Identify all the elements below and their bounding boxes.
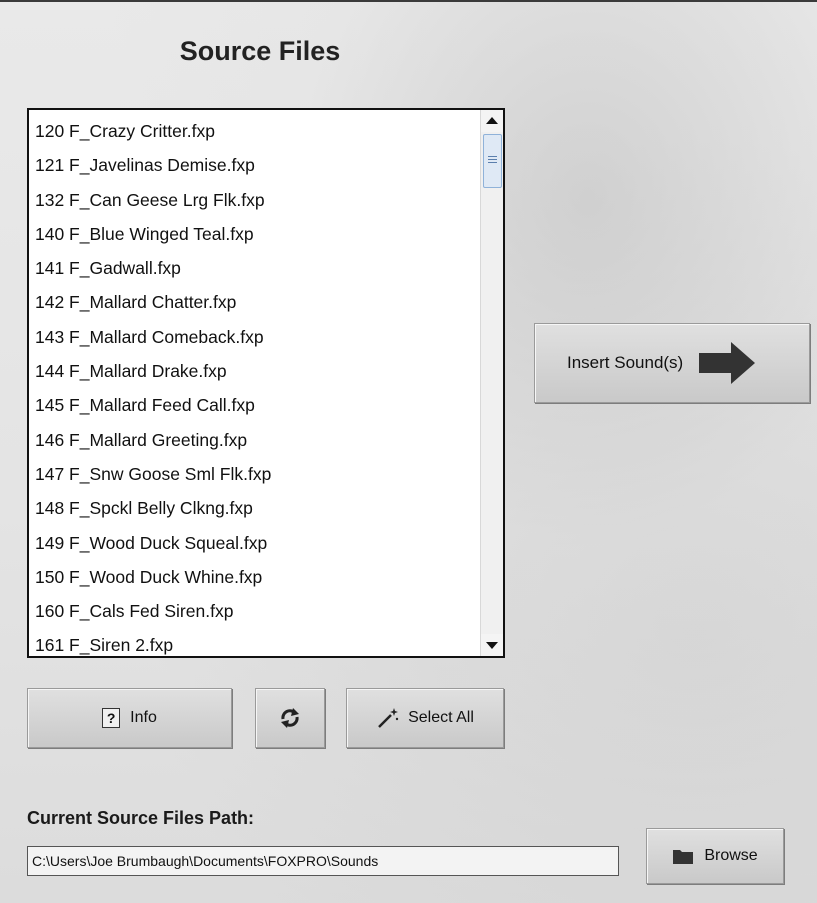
browse-label: Browse: [704, 847, 758, 864]
top-divider: [0, 0, 817, 2]
browse-button[interactable]: Browse: [646, 828, 784, 884]
question-icon: ?: [102, 708, 121, 728]
arrow-up-icon: [486, 117, 498, 124]
insert-sounds-button[interactable]: Insert Sound(s): [534, 323, 810, 403]
file-list-item[interactable]: 148 F_Spckl Belly Clkng.fxp: [29, 491, 482, 525]
file-list-item[interactable]: 149 F_Wood Duck Squeal.fxp: [29, 526, 482, 560]
insert-sounds-label: Insert Sound(s): [567, 353, 684, 372]
file-list-item[interactable]: 150 F_Wood Duck Whine.fxp: [29, 560, 482, 594]
file-list-item[interactable]: 160 F_Cals Fed Siren.fxp: [29, 594, 482, 628]
file-list-item[interactable]: 143 F_Mallard Comeback.fxp: [29, 320, 482, 354]
source-files-listbox[interactable]: 120 F_Crazy Critter.fxp 121 F_Javelinas D…: [27, 108, 505, 658]
select-all-button[interactable]: Select All: [346, 688, 504, 748]
file-list-item[interactable]: 147 F_Snw Goose Sml Flk.fxp: [29, 457, 482, 491]
file-list-item[interactable]: 161 F_Siren 2.fxp: [29, 628, 482, 656]
list-scrollbar[interactable]: [480, 110, 503, 656]
file-list-item[interactable]: 144 F_Mallard Drake.fxp: [29, 354, 482, 388]
folder-icon: [673, 850, 694, 864]
source-path-field[interactable]: C:\Users\Joe Brumbaugh\Documents\FOXPRO\…: [27, 846, 619, 876]
file-list-item[interactable]: 145 F_Mallard Feed Call.fxp: [29, 388, 482, 422]
info-label: Info: [130, 709, 157, 726]
source-files-title: Source Files: [179, 36, 341, 66]
arrow-down-icon: [486, 642, 498, 649]
file-list-item[interactable]: 146 F_Mallard Greeting.fxp: [29, 423, 482, 457]
file-list-item[interactable]: 120 F_Crazy Critter.fxp: [29, 114, 482, 148]
scroll-up-button[interactable]: [481, 110, 503, 132]
file-list-item[interactable]: 142 F_Mallard Chatter.fxp: [29, 285, 482, 319]
refresh-icon: [281, 708, 299, 728]
file-list-item[interactable]: 141 F_Gadwall.fxp: [29, 251, 482, 285]
scroll-down-button[interactable]: [481, 634, 503, 656]
refresh-button[interactable]: [255, 688, 325, 748]
source-path-label: Current Source Files Path:: [27, 808, 255, 828]
select-all-label: Select All: [408, 709, 474, 726]
file-list-item[interactable]: 132 F_Can Geese Lrg Flk.fxp: [29, 183, 482, 217]
arrow-right-icon: [699, 342, 756, 384]
file-list-item[interactable]: 121 F_Javelinas Demise.fxp: [29, 148, 482, 182]
info-button[interactable]: ? Info: [27, 688, 232, 748]
magic-wand-icon: [378, 708, 399, 728]
scroll-thumb[interactable]: [483, 134, 502, 188]
file-list-item[interactable]: 140 F_Blue Winged Teal.fxp: [29, 217, 482, 251]
file-list: 120 F_Crazy Critter.fxp 121 F_Javelinas D…: [29, 114, 482, 656]
